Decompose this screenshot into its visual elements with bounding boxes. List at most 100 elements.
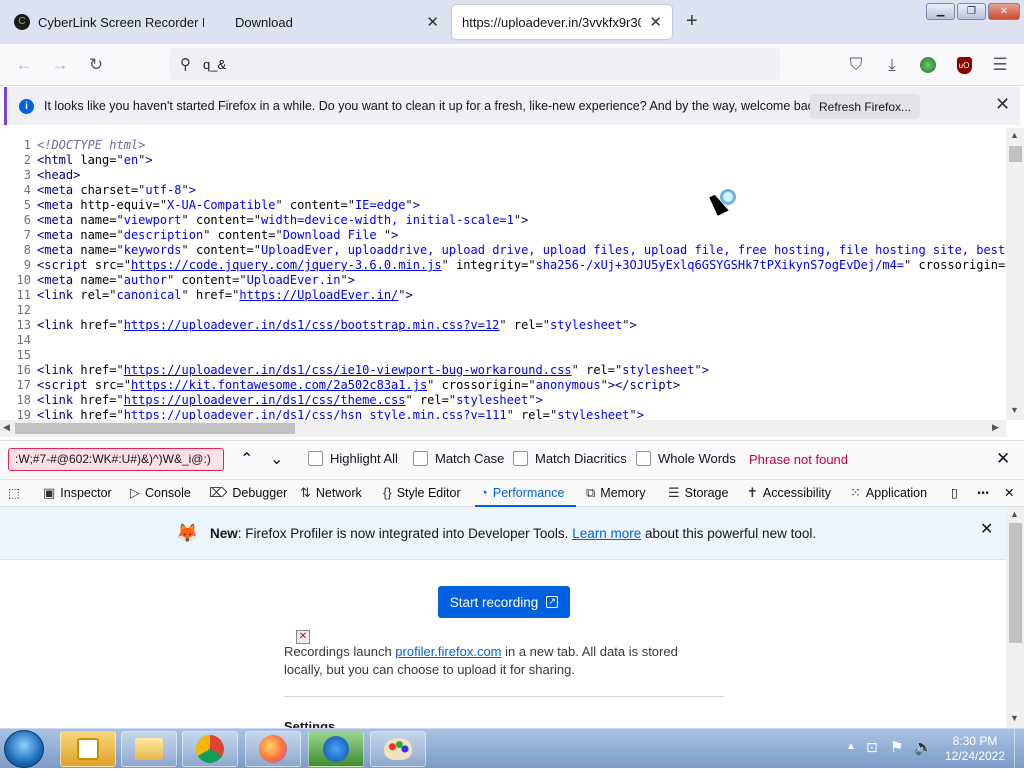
tab-network[interactable]: ⇅ Network	[300, 485, 362, 501]
tab-application[interactable]: ⁙ Application	[850, 485, 927, 501]
new-tab-button[interactable]: +	[686, 10, 698, 33]
line-number: 13	[16, 318, 31, 332]
line-number: 15	[16, 348, 31, 362]
recordings-description: Recordings launch profiler.firefox.com i…	[284, 643, 704, 679]
tab-debugger[interactable]: ⌦ Debugger	[209, 485, 287, 501]
banner-new-label: New	[210, 526, 238, 541]
tab-title: CyberLink Screen Recorder Deli	[38, 14, 204, 30]
extension-globe-icon[interactable]	[918, 55, 938, 75]
profiler-scrollbar-thumb[interactable]	[1009, 523, 1022, 643]
tab-storage[interactable]: ☰ Storage	[668, 485, 728, 501]
taskbar-explorer[interactable]	[121, 731, 177, 767]
pocket-icon[interactable]: ⛉	[846, 55, 866, 75]
back-arrow-icon[interactable]: ←	[14, 55, 34, 75]
scroll-left-arrow-icon[interactable]: ◀	[3, 422, 10, 433]
scroll-right-arrow-icon[interactable]: ▶	[992, 422, 999, 433]
volume-icon[interactable]: 🔈	[914, 738, 933, 756]
match-diacritics-checkbox[interactable]: Match Diacritics	[513, 451, 627, 466]
tab-label: Network	[315, 486, 362, 500]
tab-performance[interactable]: ◔ Performance	[480, 485, 564, 500]
highlight-all-checkbox[interactable]: Highlight All	[308, 451, 398, 466]
vertical-scrollbar-thumb[interactable]	[1009, 146, 1022, 162]
url-input[interactable]: q_&	[203, 57, 226, 72]
tab-title: https://uploadever.in/3vvkfx9r30kl	[462, 14, 642, 30]
style-editor-icon: {}	[383, 485, 392, 500]
start-recording-label: Start recording	[449, 594, 539, 610]
tab-accessibility[interactable]: ✝ Accessibility	[747, 485, 831, 501]
horizontal-scrollbar-thumb[interactable]	[15, 423, 295, 434]
line-number: 16	[16, 363, 31, 377]
line-number: 10	[16, 273, 31, 287]
tab-label: Inspector	[60, 486, 112, 500]
info-icon: i	[19, 98, 34, 114]
source-line: 6 <meta name="viewport" content="width=de…	[0, 213, 1006, 228]
scroll-up-arrow-icon[interactable]: ▲	[1010, 509, 1019, 519]
taskbar-idm[interactable]	[308, 731, 364, 767]
scroll-up-arrow-icon[interactable]: ▲	[1010, 130, 1019, 140]
match-case-checkbox[interactable]: Match Case	[413, 451, 504, 466]
search-icon: ⚲	[180, 56, 191, 73]
banner-text-2: about this powerful new tool.	[641, 526, 817, 541]
downloads-icon[interactable]: ⤓	[882, 55, 902, 75]
scroll-down-arrow-icon[interactable]: ▼	[1010, 405, 1019, 415]
profiler-scrollbar[interactable]: ▲ ▼	[1006, 507, 1024, 728]
taskbar-chrome[interactable]	[182, 731, 238, 767]
more-options-icon[interactable]: ⋯	[977, 485, 990, 500]
close-tab-icon[interactable]: ✕	[649, 13, 662, 31]
find-previous-icon[interactable]: ⌃	[240, 449, 253, 469]
close-banner-icon[interactable]: ✕	[980, 519, 993, 539]
tab-download[interactable]: Download ✕	[225, 5, 449, 39]
scroll-down-arrow-icon[interactable]: ▼	[1010, 713, 1019, 723]
tab-cyberlink[interactable]: C CyberLink Screen Recorder Deli	[4, 5, 214, 39]
accessibility-icon: ✝	[747, 485, 758, 500]
source-line: 9 <script src="https://code.jquery.com/jq…	[0, 258, 1006, 273]
navigation-toolbar: ← → ↻ ⚲ q_& ⛉ ⤓ uO ☰	[0, 44, 1024, 86]
line-number: 19	[16, 408, 31, 420]
view-source-content[interactable]: 1 <!DOCTYPE html> 2 <html lang="en"> 3 <head>…	[0, 135, 1006, 420]
refresh-firefox-button[interactable]: Refresh Firefox...	[810, 94, 920, 119]
tab-memory[interactable]: ⧉ Memory	[586, 485, 645, 501]
reload-icon[interactable]: ↻	[86, 55, 106, 75]
dock-side-icon[interactable]: ▯	[951, 485, 958, 500]
tab-inspector[interactable]: ▣ Inspector	[43, 485, 112, 501]
taskbar-firefox[interactable]	[245, 731, 301, 767]
action-center-flag-icon[interactable]: ⚑	[890, 738, 903, 756]
menu-icon[interactable]: ☰	[990, 55, 1010, 75]
source-line: 13 <link href="https://uploadever.in/ds1/…	[0, 318, 1006, 333]
close-find-bar-icon[interactable]: ✕	[996, 449, 1010, 469]
find-next-icon[interactable]: ⌄	[270, 449, 283, 469]
minimize-button[interactable]: ▁	[926, 3, 955, 20]
start-button[interactable]	[4, 730, 44, 768]
url-bar[interactable]: ⚲ q_&	[170, 48, 780, 80]
taskbar-cyberlink[interactable]	[60, 731, 116, 767]
banner-text: New: Firefox Profiler is now integrated …	[210, 526, 816, 541]
tab-console[interactable]: ▷ Console	[130, 485, 191, 501]
find-input[interactable]: :W;#7-#@602:WK#:U#)&)^)W&_i@:)	[8, 448, 224, 471]
whole-words-checkbox[interactable]: Whole Words	[636, 451, 736, 466]
vertical-scrollbar[interactable]: ▲ ▼	[1006, 128, 1024, 420]
element-picker-icon[interactable]: ⬚	[8, 485, 20, 500]
desc-text-1: Recordings launch	[284, 644, 396, 659]
close-notification-icon[interactable]: ✕	[995, 94, 1010, 115]
find-status-text: Phrase not found	[749, 452, 849, 467]
learn-more-link[interactable]: Learn more	[572, 526, 641, 541]
maximize-button[interactable]: ❐	[957, 3, 986, 20]
profiler-link[interactable]: profiler.firefox.com	[395, 644, 501, 659]
tab-style-editor[interactable]: {} Style Editor	[383, 485, 461, 500]
line-number: 12	[16, 303, 31, 317]
tab-label: Style Editor	[396, 485, 461, 500]
ublock-icon[interactable]: uO	[954, 55, 974, 75]
taskbar-paint[interactable]	[370, 731, 426, 767]
close-devtools-icon[interactable]: ✕	[1004, 485, 1014, 500]
show-desktop-button[interactable]	[1014, 729, 1024, 769]
forward-arrow-icon[interactable]: →	[50, 55, 70, 75]
tab-uploadever[interactable]: https://uploadever.in/3vvkfx9r30kl ✕	[452, 5, 672, 39]
close-tab-icon[interactable]: ✕	[426, 13, 439, 31]
window-close-button[interactable]: ✕	[988, 3, 1020, 20]
broken-image-icon: ✕	[296, 630, 310, 644]
start-recording-button[interactable]: Start recording ↗	[438, 586, 570, 618]
clock[interactable]: 8:30 PM 12/24/2022	[940, 734, 1010, 764]
tab-title: Download	[235, 14, 293, 30]
show-hidden-icons-icon[interactable]: ▲	[846, 741, 856, 752]
network-tray-icon[interactable]: ⊡	[866, 739, 878, 756]
